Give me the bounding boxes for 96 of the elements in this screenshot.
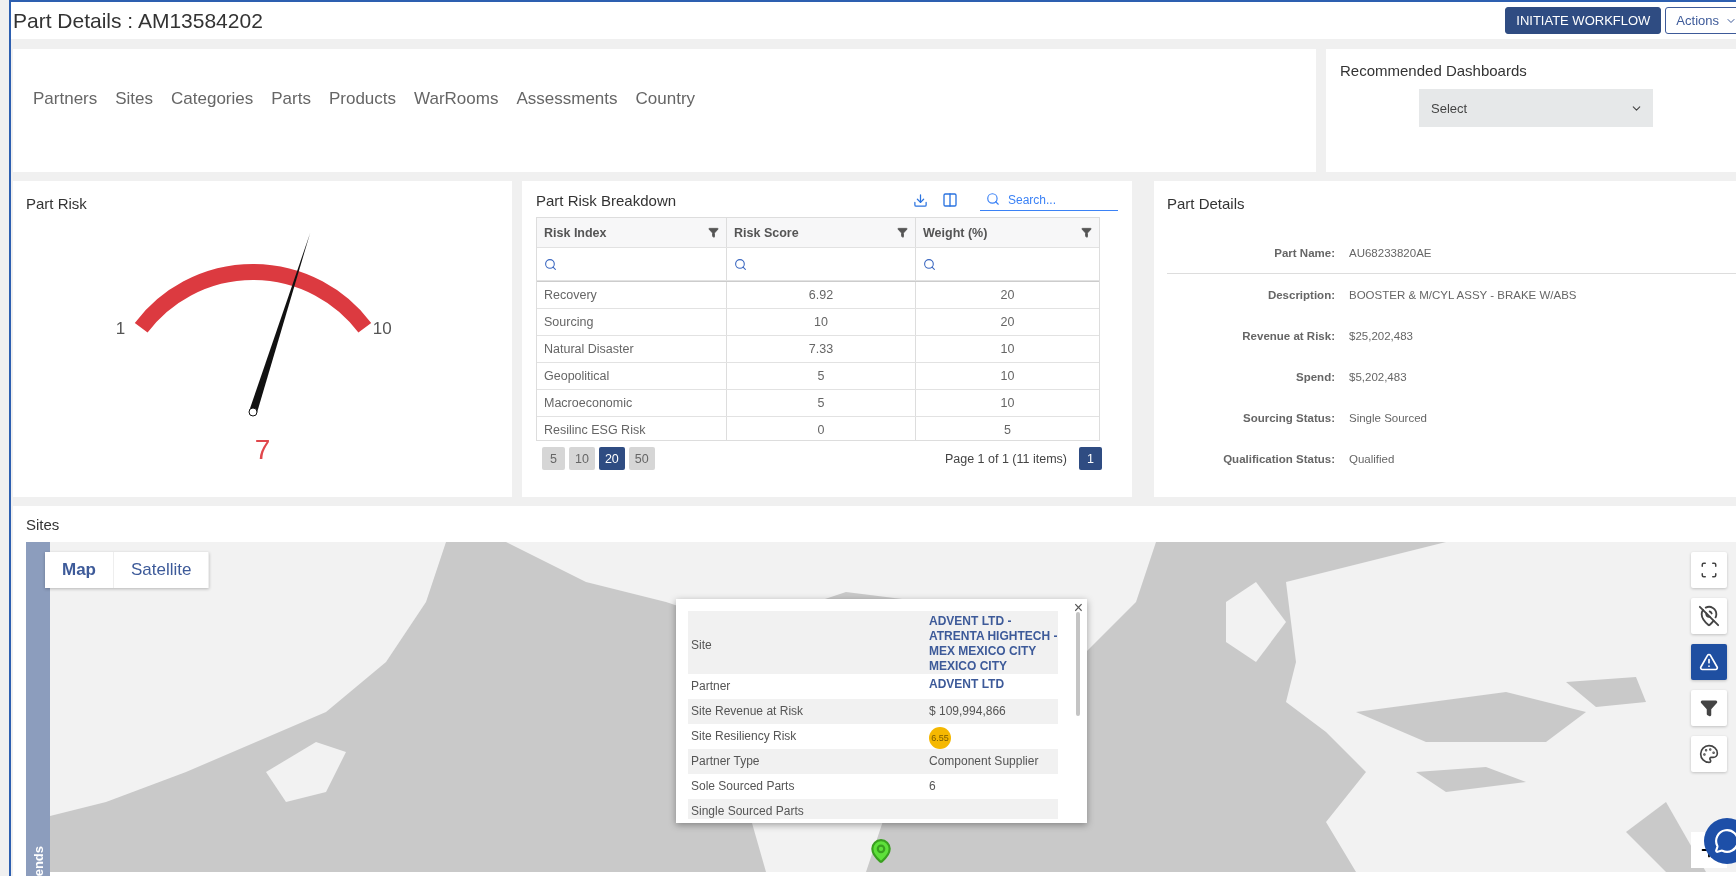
- columns-icon[interactable]: [942, 192, 958, 208]
- field-label: Qualification Status:: [1222, 452, 1335, 465]
- table-cell: 6.92: [727, 282, 916, 308]
- risk-badge: 6.55: [929, 727, 951, 749]
- map-type-button[interactable]: Satellite: [114, 552, 210, 588]
- popup-label: Partner Type: [691, 753, 761, 768]
- page-info: Page 1 of 1 (11 items): [944, 451, 1067, 466]
- table-cell: 5: [727, 390, 916, 416]
- nav-link[interactable]: WarRooms: [414, 89, 499, 109]
- table-cell-text: 20: [999, 287, 1016, 304]
- panel-title: Part Risk Breakdown: [536, 191, 677, 209]
- field-label: Description:: [1266, 288, 1335, 301]
- field-label: Revenue at Risk:: [1241, 329, 1335, 342]
- table-cell: Macroeconomic: [537, 390, 727, 416]
- table-cell: 10: [727, 309, 916, 335]
- field-value: Single Sourced: [1349, 411, 1428, 424]
- field-label: Sourcing Status:: [1242, 411, 1335, 424]
- page-size-button[interactable]: 5: [542, 447, 565, 470]
- table-cell-text: 10: [999, 395, 1016, 412]
- table-cell-text: 10: [999, 368, 1016, 385]
- nav-link[interactable]: Partners: [33, 89, 98, 109]
- nav-link[interactable]: Products: [328, 89, 397, 109]
- dashboard-select[interactable]: Select: [1419, 89, 1653, 127]
- table-cell: 0: [727, 417, 916, 440]
- warning-icon: [1699, 652, 1719, 672]
- popup-link[interactable]: ADVENT LTD - ATRENTA HIGHTECH - MEX MEXICO CITY MEXICO CITY: [929, 614, 1058, 674]
- nav-link[interactable]: Parts: [271, 89, 311, 109]
- table-cell-text: 20: [999, 314, 1016, 331]
- table-cell: Geopolitical: [537, 363, 727, 389]
- gauge-value: 7: [253, 434, 272, 466]
- map-tool-button[interactable]: [1691, 644, 1727, 680]
- table-cell-text: 5: [1003, 422, 1012, 439]
- popup-value: $ 109,994,866: [929, 703, 1007, 718]
- nav-link[interactable]: Sites: [115, 89, 154, 109]
- actions-button[interactable]: Actions: [1665, 7, 1736, 34]
- field-value: $25,202,483: [1349, 329, 1414, 342]
- search-icon: [544, 257, 557, 271]
- column-header[interactable]: Weight (%): [916, 218, 1099, 247]
- map-tool-button[interactable]: [1691, 552, 1727, 588]
- gauge-max: 10: [372, 318, 392, 338]
- page-title: Part Details : AM13584202: [13, 8, 263, 33]
- search-icon: [734, 257, 747, 271]
- column-header[interactable]: Risk Index: [537, 218, 727, 247]
- table-cell-text: 10: [999, 341, 1016, 358]
- table-cell: Natural Disaster: [537, 336, 727, 362]
- panel-title: Recommended Dashboards: [1340, 62, 1527, 79]
- filter-icon[interactable]: [708, 227, 719, 238]
- page-size-button[interactable]: 50: [628, 447, 655, 470]
- field-value: Qualified: [1349, 452, 1396, 465]
- gauge-min: 1: [115, 318, 125, 338]
- search-icon: [923, 257, 936, 271]
- table-cell: 5: [727, 363, 916, 389]
- filter-icon[interactable]: [1081, 227, 1092, 238]
- table-cell: Sourcing: [537, 309, 727, 335]
- table-cell: Recovery: [537, 282, 727, 308]
- filter-icon[interactable]: [897, 227, 908, 238]
- panel-title: Part Details: [1167, 195, 1246, 212]
- fullscreen-icon: [1700, 561, 1718, 579]
- table-cell: Resilinc ESG Risk: [537, 417, 727, 440]
- map-tool-button[interactable]: [1691, 690, 1727, 726]
- popup-value: Component Supplier: [929, 753, 1040, 768]
- popup-label: Sole Sourced Parts: [691, 778, 796, 793]
- nav-link[interactable]: Categories: [171, 89, 254, 109]
- map-tool-button[interactable]: [1691, 736, 1727, 772]
- chat-icon: [1714, 828, 1736, 854]
- panel-title: Sites: [26, 516, 61, 533]
- initiate-workflow-button[interactable]: INITIATE WORKFLOW: [1505, 7, 1662, 34]
- field-value: BOOSTER & M/CYL ASSY - BRAKE W/ABS: [1349, 288, 1578, 301]
- map-type-button[interactable]: Map: [45, 552, 114, 588]
- close-button[interactable]: ×: [1073, 599, 1083, 617]
- field-label: Spend:: [1295, 370, 1335, 383]
- pin-off-icon: [1698, 605, 1720, 627]
- filter-icon: [1700, 699, 1718, 717]
- field-label: Part Name:: [1273, 246, 1335, 259]
- page-button[interactable]: 1: [1079, 447, 1102, 470]
- map-tool-button[interactable]: [1691, 598, 1727, 634]
- popup-value: 6: [929, 778, 937, 793]
- map-pin-icon[interactable]: [868, 838, 894, 864]
- table-cell: 7.33: [727, 336, 916, 362]
- popup-link[interactable]: ADVENT LTD: [929, 677, 1058, 692]
- panel-title: Part Risk: [26, 195, 88, 212]
- popup-label: Site: [691, 637, 713, 652]
- popup-label: Site Revenue at Risk: [691, 703, 805, 718]
- column-header[interactable]: Risk Score: [727, 218, 916, 247]
- page-size-button[interactable]: 10: [569, 447, 595, 470]
- field-value: $5,202,483: [1349, 370, 1408, 383]
- page-size-button[interactable]: 20: [598, 447, 625, 470]
- field-value: AU68233820AE: [1349, 246, 1433, 259]
- popup-label: Single Sourced Parts: [691, 803, 805, 818]
- popup-label: Site Resiliency Risk: [691, 728, 798, 743]
- nav-link[interactable]: Country: [635, 89, 696, 109]
- palette-icon: [1699, 744, 1719, 764]
- popup-label: Partner: [691, 678, 732, 693]
- download-icon[interactable]: [913, 192, 928, 208]
- search-icon: [986, 192, 1000, 206]
- nav-link[interactable]: Assessments: [516, 89, 618, 109]
